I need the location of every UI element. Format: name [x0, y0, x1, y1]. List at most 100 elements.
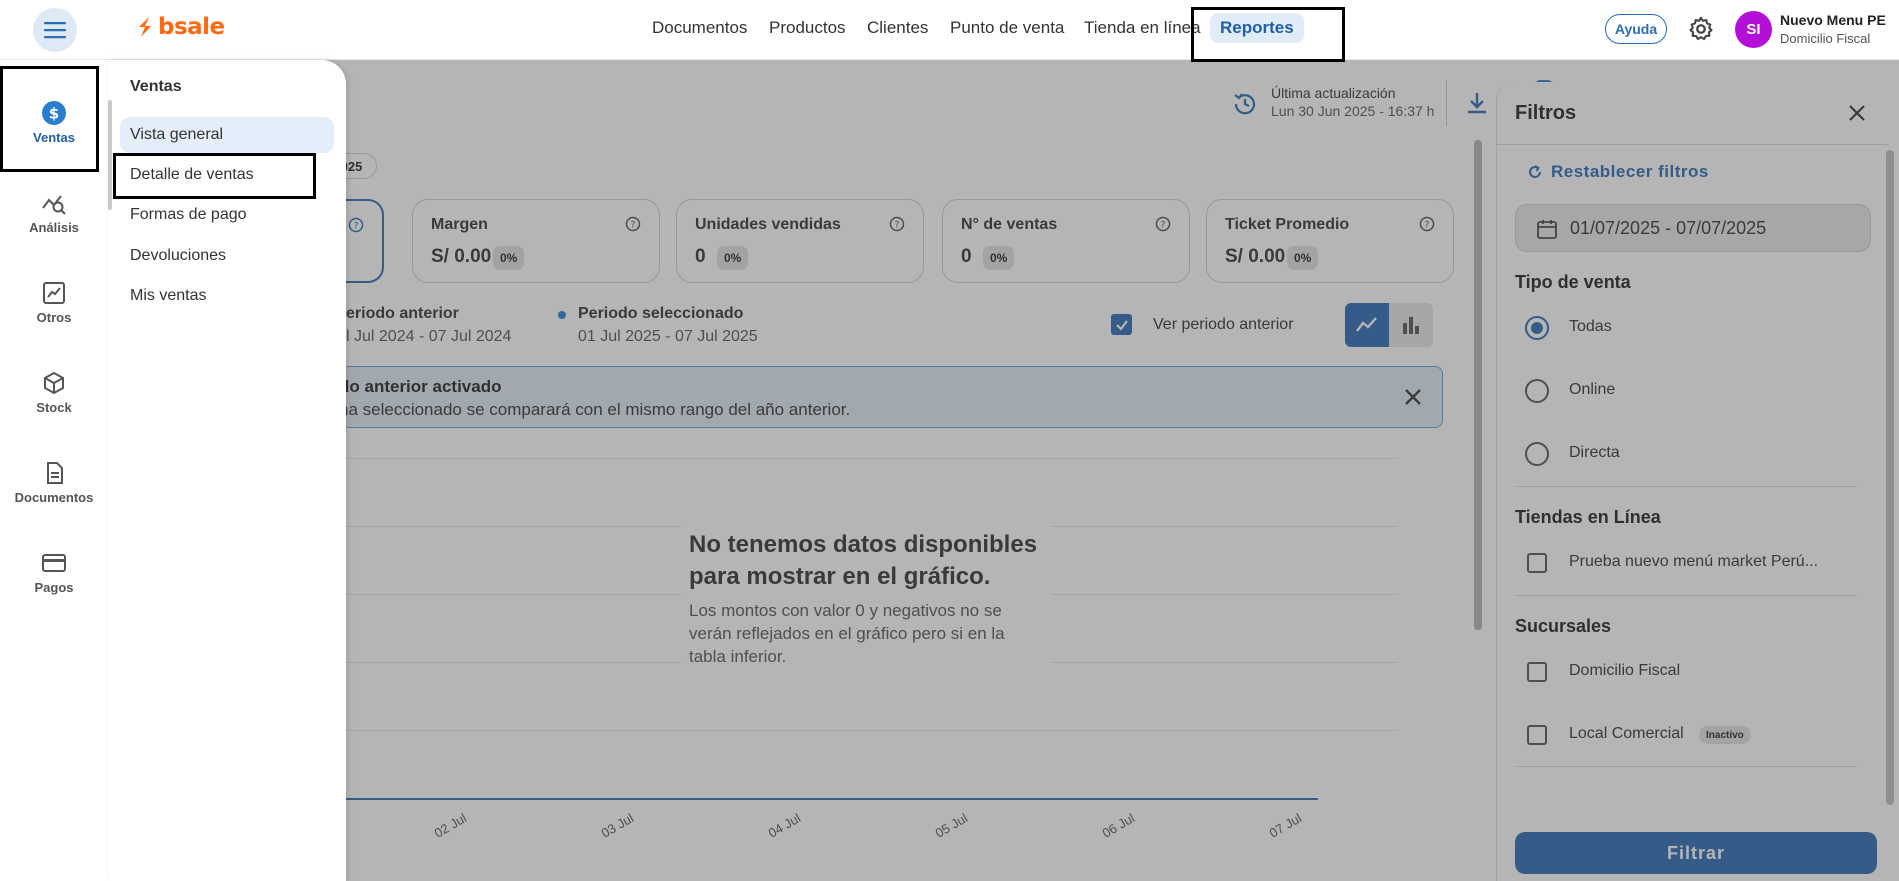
branch-label: Domicilio Fiscal [1569, 662, 1681, 679]
last-update-date: Lun 30 Jun 2025 - 16:37 h [1271, 103, 1435, 119]
help-icon[interactable]: ? [348, 217, 364, 233]
close-icon[interactable] [1846, 102, 1868, 124]
nav-documentos[interactable]: Documentos [652, 18, 747, 38]
kpi-value: S/ 0.00 [1225, 246, 1286, 267]
kpi-card-margen[interactable]: Margen ? S/ 0.00 0% [412, 199, 660, 283]
line-chart-icon [1356, 317, 1377, 332]
rail-label: Análisis [29, 220, 79, 235]
flyout-link-formas-de-pago[interactable]: Formas de pago [120, 197, 334, 233]
x-tick: 03 Jul [598, 810, 637, 841]
box-icon [44, 371, 64, 395]
divider [1515, 595, 1857, 596]
avatar[interactable]: SI [1735, 11, 1772, 48]
prev-period-label: eriodo anterior [346, 305, 459, 322]
checkbox-domicilio-fiscal[interactable] [1527, 662, 1547, 682]
rail-label: Otros [36, 310, 72, 325]
chart-gridline [318, 458, 1398, 459]
gear-icon[interactable] [1687, 15, 1715, 43]
flyout-link-devoluciones[interactable]: Devoluciones [120, 238, 334, 274]
filter-panel-scrollbar[interactable] [1886, 150, 1894, 805]
user-branch: Domicilio Fiscal [1780, 31, 1871, 46]
nav-tienda-en-linea[interactable]: Tienda en línea [1084, 18, 1201, 38]
bar-chart-icon [1403, 317, 1419, 334]
nav-clientes[interactable]: Clientes [867, 18, 928, 38]
kpi-pct-badge: 0% [717, 246, 749, 270]
kpi-value: 0 [695, 246, 706, 267]
download-icon[interactable] [1464, 90, 1490, 116]
radio-online[interactable] [1525, 379, 1549, 403]
rail-item-stock[interactable]: Stock [0, 370, 108, 415]
divider [1497, 144, 1889, 145]
date-range-input[interactable]: 01/07/2025 - 07/07/2025 [1515, 204, 1871, 252]
alert-text: na seleccionado se comparará con el mism… [339, 400, 851, 419]
kpi-title: Unidades vendidas [695, 216, 841, 233]
radio-directa[interactable] [1525, 442, 1549, 466]
kpi-card-ventas[interactable]: N° de ventas ? 0 0% [942, 199, 1190, 283]
svg-text:?: ? [1161, 221, 1166, 231]
rail-item-pagos[interactable]: Pagos [0, 550, 108, 595]
chart-icon [43, 282, 65, 304]
filter-panel: Filtros Restablecer filtros 01/07/2025 -… [1496, 82, 1889, 881]
last-update-label: Última actualización [1271, 85, 1396, 101]
svg-text:?: ? [1425, 221, 1430, 231]
checkbox-local-comercial[interactable] [1527, 725, 1547, 745]
kpi-pct-badge: 0% [1287, 246, 1319, 270]
x-tick: 06 Jul [1099, 810, 1138, 841]
top-bar: bsale Documentos Productos Clientes Punt… [0, 0, 1899, 60]
refresh-clock-icon [1234, 93, 1256, 115]
rail-item-analisis[interactable]: Análisis [0, 190, 108, 235]
alert-title: do anterior activado [339, 377, 502, 396]
svg-text:?: ? [895, 221, 900, 231]
flyout-link-mis-ventas[interactable]: Mis ventas [120, 278, 334, 314]
kpi-title: Margen [431, 216, 488, 233]
help-button[interactable]: Ayuda [1605, 14, 1667, 44]
user-name[interactable]: Nuevo Menu PE [1780, 12, 1886, 28]
radio-todas[interactable] [1525, 316, 1549, 340]
main-scrollbar[interactable] [1474, 140, 1482, 630]
nav-punto-de-venta[interactable]: Punto de venta [950, 18, 1064, 38]
help-icon[interactable]: ? [625, 216, 641, 232]
bar-chart-toggle[interactable] [1389, 303, 1433, 347]
kpi-pct-badge: 0% [493, 246, 525, 270]
kpi-value: 0 [961, 246, 972, 267]
kpi-value: S/ 0.00 [431, 246, 492, 267]
annotation-box-ventas [0, 66, 99, 172]
online-stores-title: Tiendas en Línea [1515, 507, 1661, 527]
comparison-alert: do anterior activado na seleccionado se … [268, 366, 1443, 428]
rail-item-documentos[interactable]: Documentos [0, 460, 108, 505]
annotation-box-reportes [1191, 7, 1345, 62]
help-icon[interactable]: ? [889, 216, 905, 232]
close-icon[interactable] [1402, 386, 1424, 408]
flyout-link-vista-general[interactable]: Vista general [120, 117, 334, 153]
left-rail: $ Ventas Análisis Otros Stock Documentos… [0, 60, 108, 881]
date-range-value: 01/07/2025 - 07/07/2025 [1570, 218, 1767, 238]
x-tick: 05 Jul [932, 810, 971, 841]
line-chart-toggle[interactable] [1345, 303, 1389, 347]
rail-item-otros[interactable]: Otros [0, 280, 108, 325]
checkbox-online-store[interactable] [1527, 553, 1547, 573]
reset-filters-label: Restablecer filtros [1551, 162, 1709, 181]
filter-panel-title: Filtros [1515, 102, 1577, 124]
x-tick: 07 Jul [1266, 810, 1305, 841]
view-prev-checkbox[interactable] [1111, 314, 1132, 335]
kpi-card-unidades[interactable]: Unidades vendidas ? 0 0% [676, 199, 924, 283]
help-icon[interactable]: ? [1155, 216, 1171, 232]
no-data-text: Los montos con valor 0 y negativos no se… [689, 601, 1005, 666]
online-store-label: Prueba nuevo menú market Perú... [1569, 553, 1819, 570]
branch-label: Local Comercial [1569, 725, 1684, 742]
flyout-title: Ventas [130, 78, 182, 95]
apply-filters-button[interactable]: Filtrar [1515, 832, 1877, 874]
help-icon[interactable]: ? [1419, 216, 1435, 232]
view-prev-label: Ver periodo anterior [1153, 316, 1294, 333]
rail-label: Documentos [14, 490, 94, 505]
inactive-badge: Inactivo [1699, 726, 1751, 744]
no-data-title: No tenemos datos disponibles para mostra… [689, 531, 1038, 590]
nav-productos[interactable]: Productos [769, 18, 846, 38]
kpi-card-ticket[interactable]: Ticket Promedio ? S/ 0.00 0% [1206, 199, 1454, 283]
annotation-box-detalle [113, 153, 316, 199]
sel-period-range: 01 Jul 2025 - 07 Jul 2025 [578, 328, 758, 345]
flyout-scrollbar [108, 100, 112, 210]
kpi-pct-badge: 0% [983, 246, 1015, 270]
svg-text:?: ? [631, 221, 636, 231]
reset-filters-button[interactable]: Restablecer filtros [1527, 162, 1709, 182]
